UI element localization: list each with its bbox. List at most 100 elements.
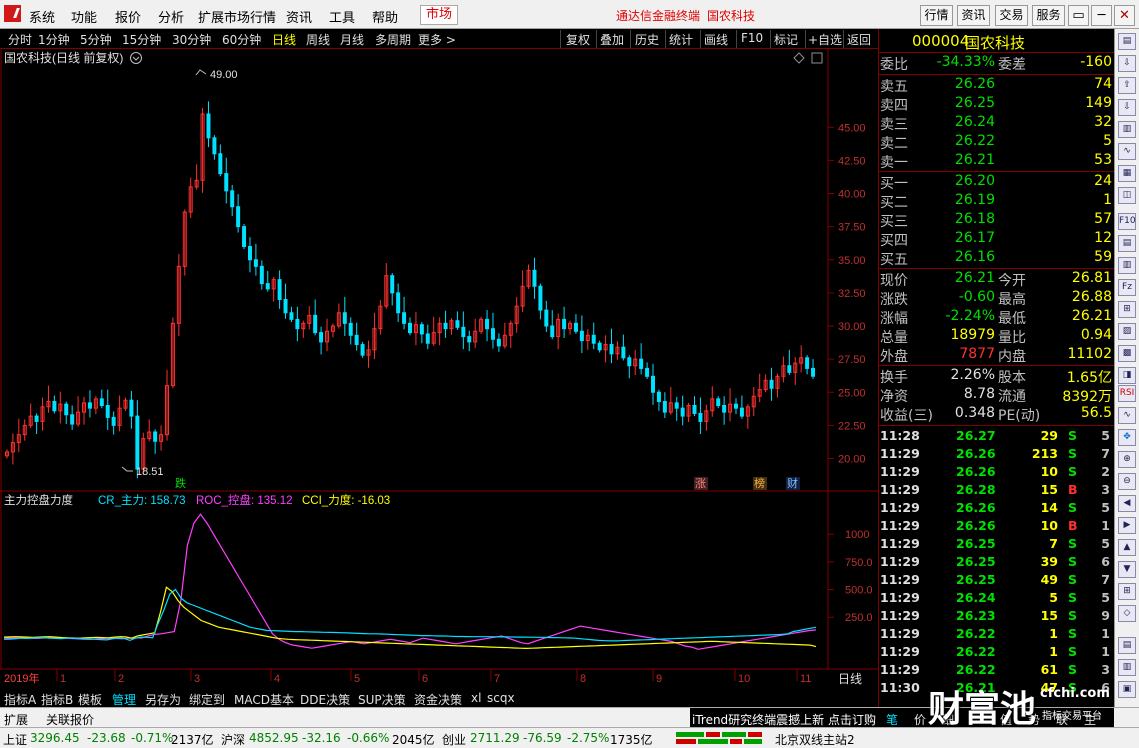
btn-f10[interactable]: F10 bbox=[741, 31, 763, 45]
tab-manage[interactable]: 管理 bbox=[112, 691, 136, 708]
period-60min[interactable]: 60分钟 bbox=[222, 31, 261, 48]
bid-row[interactable]: 买四 26.17 12 bbox=[880, 230, 1112, 249]
tab-related-quotes[interactable]: 关联报价 bbox=[46, 711, 94, 728]
close-icon[interactable]: ✕ bbox=[1114, 5, 1135, 26]
toolbar-icon-6[interactable]: ∿ bbox=[1118, 143, 1136, 160]
tab-sup[interactable]: SUP决策 bbox=[358, 691, 406, 708]
tab-indicator-a[interactable]: 指标A bbox=[4, 691, 36, 708]
toolbar-icon-1[interactable]: ▤ bbox=[1118, 33, 1136, 50]
toolbar-icon-3[interactable]: ⇧ bbox=[1118, 77, 1136, 94]
period-30min[interactable]: 30分钟 bbox=[172, 31, 211, 48]
minimize-icon[interactable]: ─ bbox=[1091, 5, 1112, 26]
btn-history[interactable]: 历史 bbox=[635, 31, 659, 48]
toolbar-icon-21[interactable]: ▼ bbox=[1118, 561, 1136, 578]
btn-mark[interactable]: 标记 bbox=[774, 31, 798, 48]
bid-row[interactable]: 买三 26.18 57 bbox=[880, 211, 1112, 230]
menu-tools[interactable]: 工具 bbox=[329, 7, 355, 26]
toolbar-icon-14[interactable]: ◨ bbox=[1118, 367, 1136, 384]
toolbar-icon-15[interactable]: ∿ bbox=[1118, 407, 1136, 424]
tab-macd[interactable]: MACD基本 bbox=[234, 691, 294, 708]
toolbar-icon-17[interactable]: ⊖ bbox=[1118, 473, 1136, 490]
toolbar-icon-5[interactable]: ▥ bbox=[1118, 121, 1136, 138]
tab-price[interactable]: 价 bbox=[914, 711, 926, 728]
ask-row[interactable]: 卖五 26.26 74 bbox=[880, 76, 1112, 95]
index-cy-name[interactable]: 创业 bbox=[442, 731, 466, 748]
bid-row[interactable]: 买五 26.16 59 bbox=[880, 249, 1112, 268]
btn-overlay[interactable]: 叠加 bbox=[600, 31, 624, 48]
toolbar-icon-13[interactable]: ▩ bbox=[1118, 345, 1136, 362]
bid-row[interactable]: 买二 26.19 1 bbox=[880, 192, 1112, 211]
menu-system[interactable]: 系统 bbox=[29, 7, 55, 26]
index-sh-name[interactable]: 上证 bbox=[3, 731, 27, 748]
toolbar-icon-24[interactable]: ▤ bbox=[1118, 637, 1136, 654]
toolbar-icon-11[interactable]: ⊞ bbox=[1118, 301, 1136, 318]
btn-adjust[interactable]: 复权 bbox=[566, 31, 590, 48]
toolbar-icon-25[interactable]: ▥ bbox=[1118, 659, 1136, 676]
news-ticker[interactable]: iTrend研究终端震撼上新 点击订购 bbox=[692, 711, 876, 728]
tab-indicator-b[interactable]: 指标B bbox=[41, 691, 73, 708]
menu-ext-market[interactable]: 扩展市场行情 bbox=[198, 7, 276, 26]
event-rise-label[interactable]: 涨 bbox=[695, 477, 706, 490]
toolbar-icon-fz[interactable]: Fz bbox=[1118, 279, 1136, 296]
period-monthly[interactable]: 月线 bbox=[340, 31, 364, 48]
toolbar-icon-10[interactable]: ▥ bbox=[1118, 257, 1136, 274]
menu-function[interactable]: 功能 bbox=[71, 7, 97, 26]
toolbar-icon-rsi[interactable]: RSI bbox=[1118, 385, 1136, 402]
toolbar-icon-f10[interactable]: F10 bbox=[1118, 213, 1136, 230]
event-rank-label[interactable]: 榜 bbox=[754, 476, 765, 490]
btn-add-favorite[interactable]: +自选 bbox=[808, 31, 842, 48]
period-more[interactable]: 更多 > bbox=[418, 31, 456, 48]
btn-trade[interactable]: 交易 bbox=[995, 5, 1028, 26]
tab-scqx[interactable]: scqx bbox=[487, 691, 515, 705]
toolbar-icon-9[interactable]: ▤ bbox=[1118, 235, 1136, 252]
toolbar-icon-26[interactable]: ▣ bbox=[1118, 681, 1136, 698]
period-multi[interactable]: 多周期 bbox=[375, 31, 411, 48]
period-5min[interactable]: 5分钟 bbox=[80, 31, 112, 48]
ask-row[interactable]: 卖一 26.21 53 bbox=[880, 152, 1112, 171]
toolbar-icon-16[interactable]: ⊕ bbox=[1118, 451, 1136, 468]
menu-analysis[interactable]: 分析 bbox=[158, 7, 184, 26]
btn-stats[interactable]: 统计 bbox=[669, 31, 693, 48]
event-drop-label[interactable]: 跌 bbox=[175, 476, 186, 490]
period-1min[interactable]: 1分钟 bbox=[38, 31, 70, 48]
btn-draw[interactable]: 画线 bbox=[704, 31, 728, 48]
index-hs-name[interactable]: 沪深 bbox=[221, 731, 245, 748]
btn-quotes[interactable]: 行情 bbox=[920, 5, 953, 26]
tab-xl[interactable]: xl bbox=[471, 691, 481, 705]
ask-row[interactable]: 卖三 26.24 32 bbox=[880, 114, 1112, 133]
event-finance-label[interactable]: 财 bbox=[787, 476, 798, 490]
btn-service[interactable]: 服务 bbox=[1032, 5, 1065, 26]
tab-tick[interactable]: 笔 bbox=[886, 711, 898, 728]
menu-news[interactable]: 资讯 bbox=[286, 7, 312, 26]
toolbar-icon-8[interactable]: ◫ bbox=[1118, 187, 1136, 204]
toolbar-icon-7[interactable]: ▦ bbox=[1118, 165, 1136, 182]
toolbar-icon-20[interactable]: ▲ bbox=[1118, 539, 1136, 556]
tab-extend[interactable]: 扩展 bbox=[4, 711, 28, 728]
btn-back[interactable]: 返回 bbox=[847, 31, 871, 48]
menu-help[interactable]: 帮助 bbox=[372, 7, 398, 26]
toolbar-icon-18[interactable]: ◀ bbox=[1118, 495, 1136, 512]
market-tab[interactable]: 市场 bbox=[420, 5, 458, 25]
tab-template[interactable]: 模板 bbox=[78, 691, 102, 708]
chart-area[interactable]: 20.00 22.50 25.00 27.50 30.00 32.50 35.00 37.50… bbox=[0, 49, 878, 689]
tab-fund[interactable]: 资金决策 bbox=[414, 691, 462, 708]
period-weekly[interactable]: 周线 bbox=[306, 31, 330, 48]
btn-news[interactable]: 资讯 bbox=[957, 5, 990, 26]
toolbar-icon-4[interactable]: ⇩ bbox=[1118, 99, 1136, 116]
period-tick[interactable]: 分时 bbox=[8, 31, 32, 48]
move-icon[interactable]: ✥ bbox=[1118, 429, 1136, 446]
toolbar-icon-22[interactable]: ⊞ bbox=[1118, 583, 1136, 600]
ask-row[interactable]: 卖四 26.25 149 bbox=[880, 95, 1112, 114]
menu-quote[interactable]: 报价 bbox=[115, 7, 141, 26]
tab-save-as[interactable]: 另存为 bbox=[145, 691, 181, 708]
period-daily[interactable]: 日线 bbox=[272, 31, 296, 48]
toolbar-icon-12[interactable]: ▨ bbox=[1118, 323, 1136, 340]
toolbar-icon-19[interactable]: ▶ bbox=[1118, 517, 1136, 534]
restore-icon[interactable]: ▭ bbox=[1068, 5, 1089, 26]
bid-row[interactable]: 买一 26.20 24 bbox=[880, 173, 1112, 192]
server-status[interactable]: 北京双线主站2 bbox=[775, 731, 855, 748]
period-15min[interactable]: 15分钟 bbox=[122, 31, 161, 48]
tab-dde[interactable]: DDE决策 bbox=[300, 691, 350, 708]
toolbar-icon-2[interactable]: ⇩ bbox=[1118, 55, 1136, 72]
ask-row[interactable]: 卖二 26.22 5 bbox=[880, 133, 1112, 152]
